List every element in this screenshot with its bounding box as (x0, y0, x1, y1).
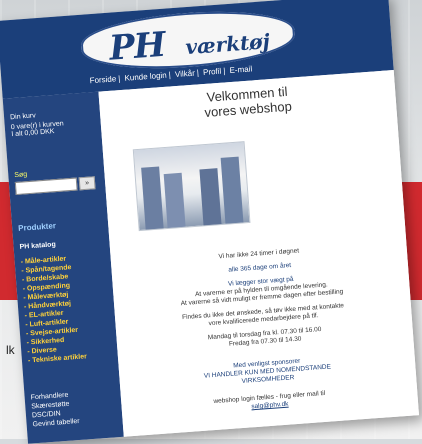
webshop-screenshot: PH værktøj Forside| Kunde login| Vilkår|… (0, 0, 420, 444)
nav-home[interactable]: Forside (89, 74, 116, 85)
logo-word: værktøj (184, 29, 271, 60)
extra-links: Forhandlere Skærestøtte DSC/DIN Gevind t… (30, 390, 80, 429)
catalog-title: PH katalog (19, 241, 56, 251)
search-input[interactable] (14, 177, 78, 196)
outside-text: lk (6, 343, 15, 363)
nav-terms[interactable]: Vilkår (175, 69, 195, 79)
shelf-shape (141, 166, 164, 230)
category-list: - Måle-artikler - Spån/tagende - Borde/s… (20, 254, 87, 366)
warehouse-photo (132, 141, 251, 232)
nav-email[interactable]: E-mail (229, 64, 252, 75)
site-logo[interactable]: PH værktøj (79, 5, 297, 75)
shelf-shape (220, 156, 244, 224)
outside-fragment: lk (6, 343, 15, 357)
shelf-shape (199, 168, 222, 226)
extra-link[interactable]: Gevind tabeller (32, 417, 80, 429)
search-label: Søg (14, 171, 28, 180)
search-button-label: » (84, 179, 90, 187)
products-title: Produkter (17, 221, 57, 233)
shelf-shape (163, 172, 186, 228)
search-button[interactable]: » (78, 176, 96, 191)
nav-profile[interactable]: Profil (203, 67, 222, 77)
basket-title: Din kurv (9, 112, 36, 122)
main-content: Velkommen til vores webshop Vi har ikke … (98, 70, 420, 437)
logo-ph: PH (107, 24, 167, 69)
nav-login[interactable]: Kunde login (124, 71, 167, 83)
